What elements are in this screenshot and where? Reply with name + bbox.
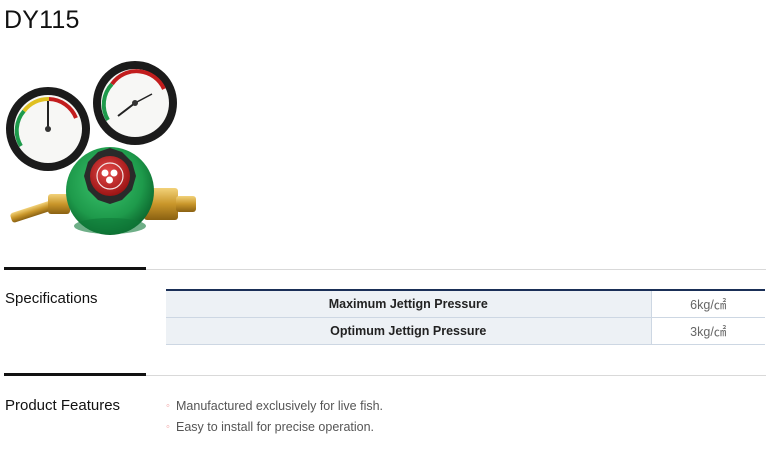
product-title: DY115 (4, 6, 80, 34)
right-gauge (93, 61, 177, 145)
product-image (6, 61, 196, 235)
list-item: ◦ Manufactured exclusively for live fish. (166, 396, 383, 417)
spec-value: 6kg/㎠ (651, 290, 765, 318)
left-gauge (6, 87, 90, 171)
spec-label: Maximum Jettign Pressure (166, 290, 652, 318)
list-item: ◦ Easy to install for precise operation. (166, 417, 383, 438)
section-accent-bar (4, 267, 146, 270)
table-row: Maximum Jettign Pressure 6kg/㎠ (166, 290, 765, 318)
section-accent-bar (4, 373, 146, 376)
spec-label: Optimum Jettign Pressure (166, 317, 652, 345)
bullet-icon: ◦ (166, 421, 170, 433)
table-row: Optimum Jettign Pressure 3kg/㎠ (166, 317, 765, 345)
spec-value: 3kg/㎠ (651, 317, 765, 345)
product-features-heading: Product Features (5, 397, 121, 414)
specifications-heading: Specifications (5, 290, 98, 307)
bullet-icon: ◦ (166, 400, 170, 412)
inlet-barb (10, 194, 70, 223)
specifications-table: Maximum Jettign Pressure 6kg/㎠ Optimum J… (166, 289, 765, 345)
features-list: ◦ Manufactured exclusively for live fish.… (166, 396, 383, 438)
